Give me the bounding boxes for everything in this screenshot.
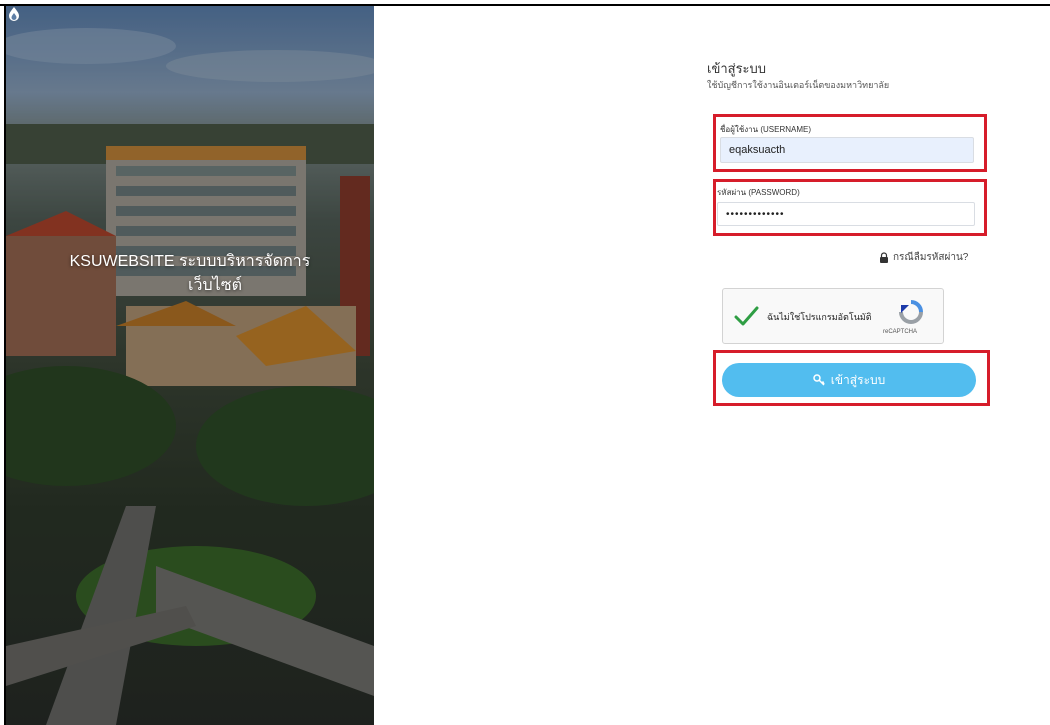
login-form: เข้าสู่ระบบ ใช้บัญชีการใช้งานอินเตอร์เน็…	[374, 6, 1050, 725]
checkmark-icon[interactable]	[733, 303, 759, 329]
password-input[interactable]	[717, 202, 975, 226]
hero-overlay	[6, 6, 374, 725]
password-label: รหัสผ่าน (PASSWORD)	[717, 188, 800, 197]
hero-title-line1: KSUWEBSITE ระบบบริหารจัดการ	[69, 253, 311, 270]
login-button-label: เข้าสู่ระบบ	[830, 372, 886, 387]
forgot-password-text: กรณีลืมรหัสผ่าน?	[893, 252, 969, 263]
login-button[interactable]: เข้าสู่ระบบ	[722, 363, 976, 397]
recaptcha-label: ฉันไม่ใช่โปรแกรมอัตโนมัติ	[767, 312, 872, 322]
username-label: ชื่อผู้ใช้งาน (USERNAME)	[720, 125, 812, 134]
hero-title-line2: เว็บไซต์	[188, 277, 242, 294]
login-subtitle: ใช้บัญชีการใช้งานอินเตอร์เน็ตของมหาวิทยา…	[707, 80, 890, 90]
username-input[interactable]	[720, 137, 974, 163]
key-icon	[813, 374, 825, 386]
hero-title: KSUWEBSITE ระบบบริหารจัดการ เว็บไซต์	[6, 250, 374, 298]
recaptcha-logo-icon	[899, 300, 923, 324]
hero-panel: KSUWEBSITE ระบบบริหารจัดการ เว็บไซต์	[6, 6, 374, 725]
recaptcha-brand: reCAPTCHA	[883, 329, 918, 335]
recaptcha-widget[interactable]: ฉันไม่ใช่โปรแกรมอัตโนมัติ reCAPTCHA	[722, 288, 944, 344]
login-title: เข้าสู่ระบบ	[707, 61, 767, 76]
forgot-password-link[interactable]: กรณีลืมรหัสผ่าน?	[879, 250, 968, 265]
lock-icon	[880, 252, 888, 263]
flame-logo-icon	[9, 7, 19, 21]
